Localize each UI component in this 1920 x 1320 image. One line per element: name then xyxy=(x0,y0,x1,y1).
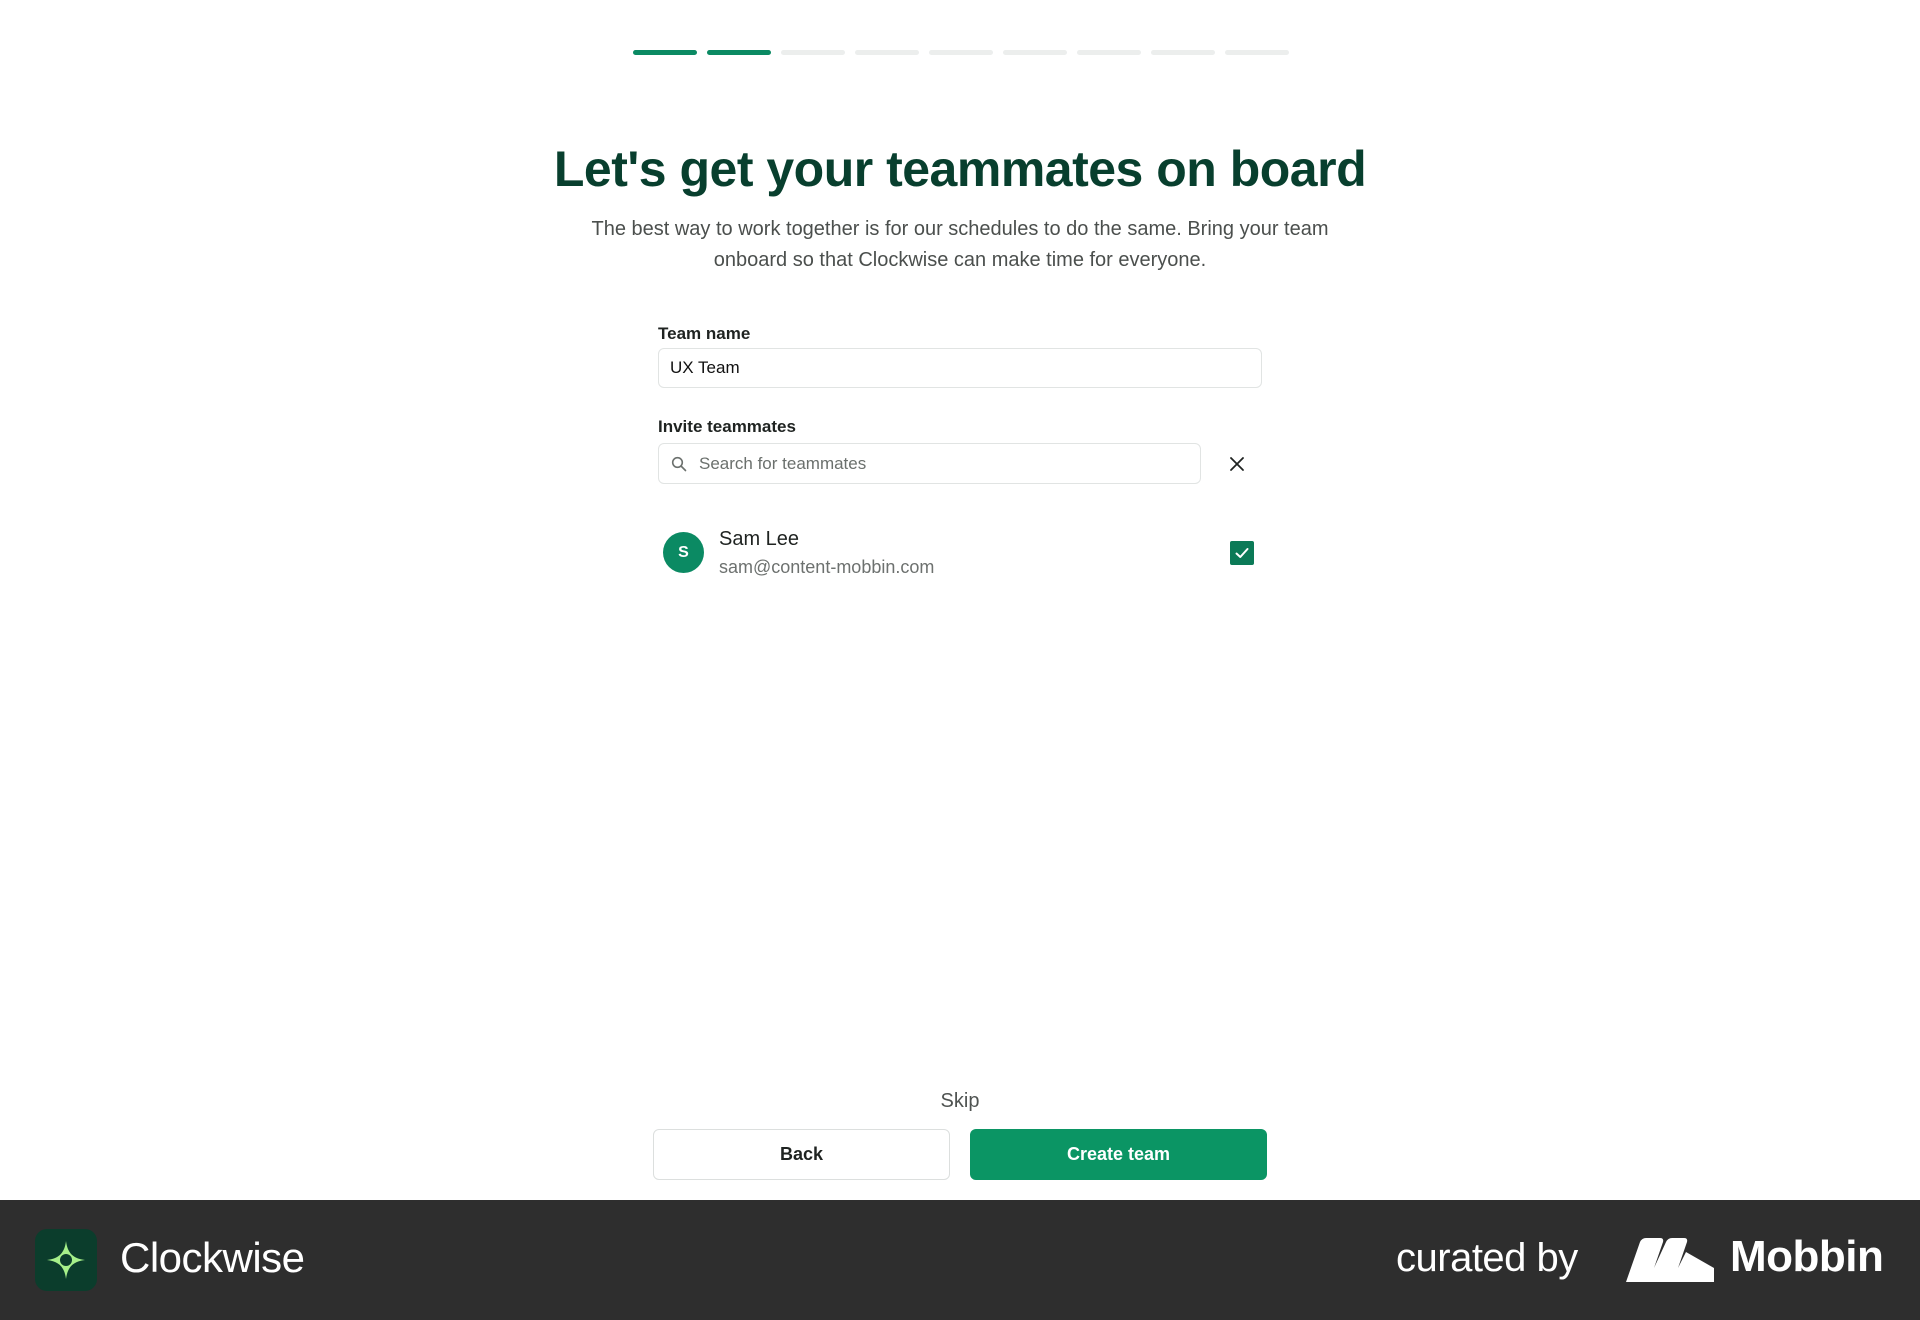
sparkle-icon xyxy=(47,1241,85,1279)
back-button[interactable]: Back xyxy=(653,1129,950,1180)
page-title: Let's get your teammates on board xyxy=(553,141,1367,197)
clockwise-logo-icon xyxy=(35,1229,97,1291)
teammate-name: Sam Lee xyxy=(719,528,800,550)
progress-step-4 xyxy=(855,50,919,55)
invite-teammates-label: Invite teammates xyxy=(658,417,796,436)
progress-step-2 xyxy=(707,50,771,55)
footer-bar: Clockwise curated by Mobbin xyxy=(0,1200,1920,1320)
search-icon xyxy=(671,456,687,471)
avatar: S xyxy=(663,532,704,573)
teammate-email: sam@content-mobbin.com xyxy=(719,557,935,577)
brand-name: Clockwise xyxy=(120,1234,305,1281)
progress-step-5 xyxy=(929,50,993,55)
progress-step-6 xyxy=(1003,50,1067,55)
curated-by-label: curated by xyxy=(1396,1236,1578,1280)
progress-stepper xyxy=(633,50,1289,55)
clear-search-button[interactable] xyxy=(1221,448,1253,480)
progress-step-3 xyxy=(781,50,845,55)
team-name-label: Team name xyxy=(658,324,751,343)
checkmark-icon xyxy=(1235,548,1249,558)
mobbin-logo-icon xyxy=(1626,1238,1714,1282)
create-team-button[interactable]: Create team xyxy=(970,1129,1267,1180)
page-subtitle: The best way to work together is for our… xyxy=(591,218,1329,271)
progress-step-7 xyxy=(1077,50,1141,55)
mobbin-wordmark: Mobbin xyxy=(1730,1232,1884,1281)
teammate-search-input[interactable] xyxy=(697,443,1200,484)
teammate-search-field[interactable] xyxy=(658,443,1201,484)
progress-step-9 xyxy=(1225,50,1289,55)
close-icon xyxy=(1230,457,1244,471)
team-name-input[interactable] xyxy=(658,348,1262,388)
teammate-select-checkbox[interactable] xyxy=(1230,541,1254,565)
progress-step-1 xyxy=(633,50,697,55)
progress-step-8 xyxy=(1151,50,1215,55)
teammate-list-item[interactable]: S Sam Lee sam@content-mobbin.com xyxy=(658,525,1262,585)
skip-link[interactable]: Skip xyxy=(0,1090,1920,1113)
